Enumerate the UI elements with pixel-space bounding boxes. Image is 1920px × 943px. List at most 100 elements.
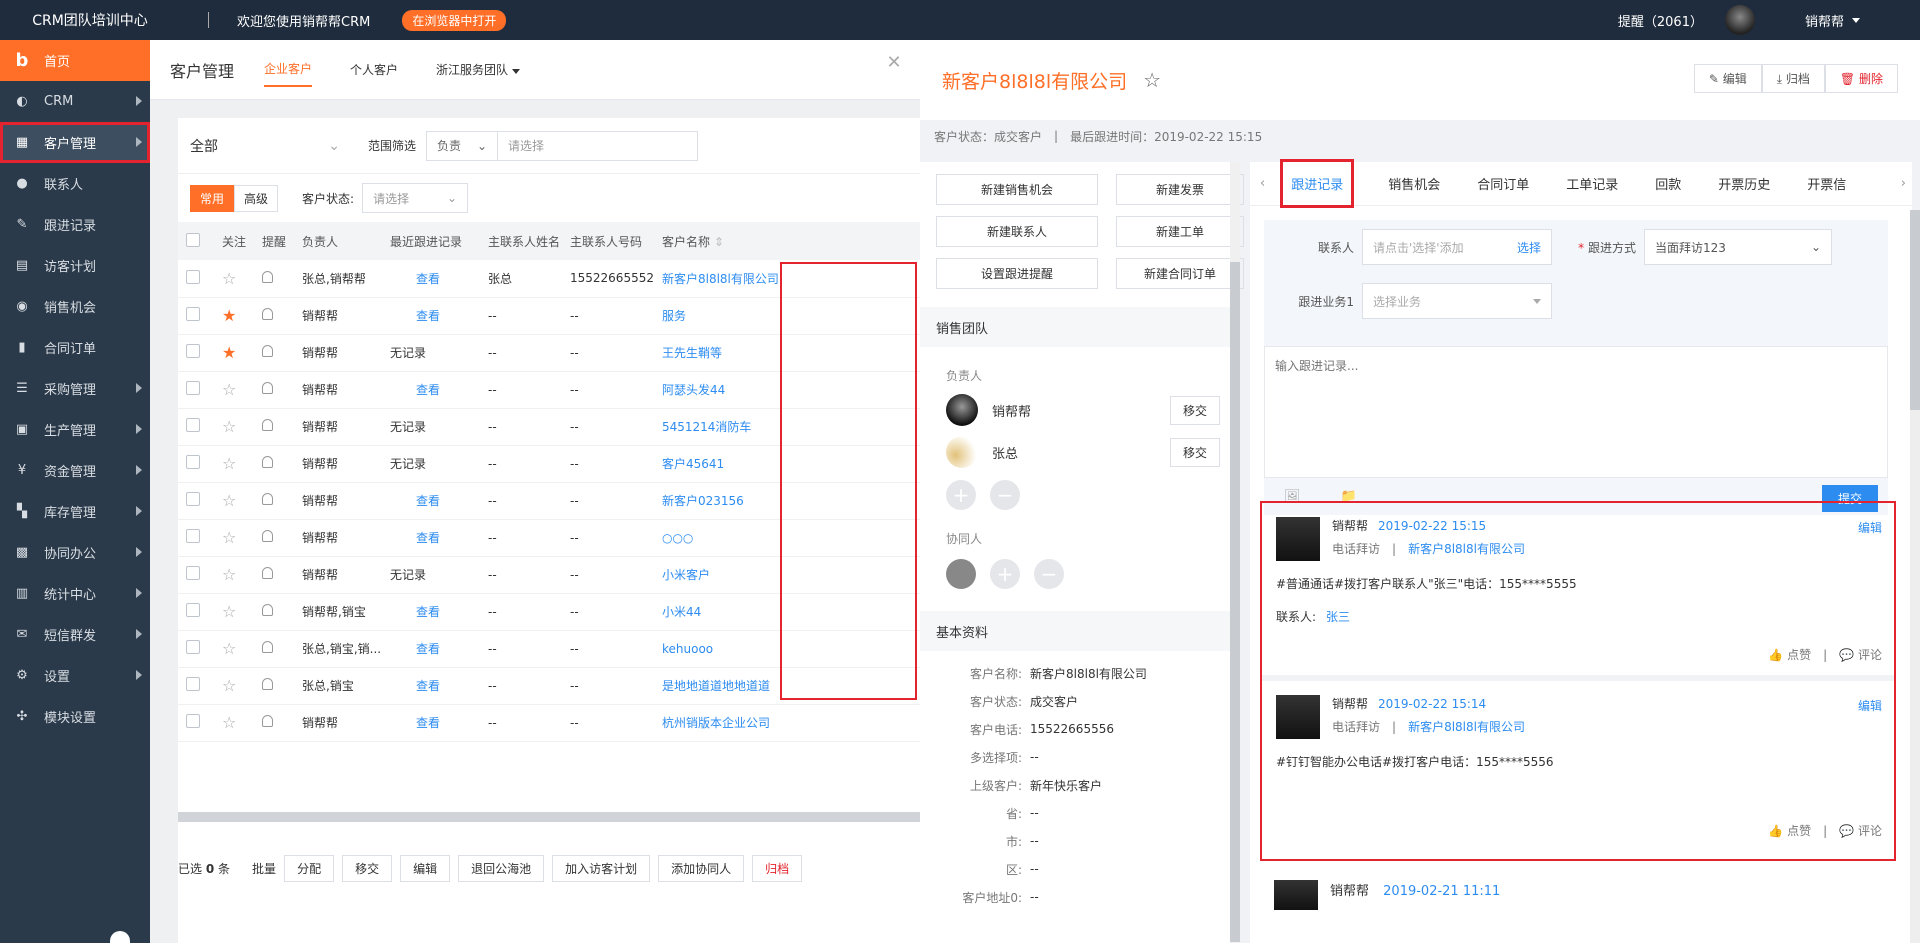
row-follow[interactable]: ★	[214, 334, 254, 372]
row-remind[interactable]	[254, 667, 294, 705]
row-remind[interactable]	[254, 334, 294, 372]
comment-button[interactable]: 💬 评论	[1839, 648, 1882, 662]
table-row[interactable]: ★ 销帮帮 查看 -- -- 服务	[178, 297, 920, 335]
row-name[interactable]: 服务	[653, 297, 920, 335]
bell-icon[interactable]	[262, 493, 273, 505]
row-recent[interactable]: 查看	[382, 593, 480, 631]
sidebar-item-10[interactable]: ¥ 资金管理	[0, 450, 150, 491]
batch-button-5[interactable]: 添加协同人	[658, 854, 745, 882]
bell-icon[interactable]	[262, 419, 273, 431]
row-remind[interactable]	[254, 630, 294, 668]
close-drawer-button[interactable]: ✕	[868, 40, 920, 85]
bell-icon[interactable]	[262, 382, 273, 394]
tab-personal[interactable]: 个人客户	[350, 53, 398, 86]
record-textarea[interactable]	[1264, 346, 1888, 478]
sort-icon[interactable]: ⇕	[714, 235, 724, 249]
row-follow[interactable]: ☆	[214, 445, 254, 483]
star-icon[interactable]: ☆	[1143, 68, 1161, 92]
table-row[interactable]: ☆ 销帮帮 查看 -- -- 杭州销版本企业公司	[178, 704, 920, 742]
sidebar-item-7[interactable]: ▮ 合同订单	[0, 327, 150, 368]
quick-button-3[interactable]: 新建工单	[1116, 216, 1244, 247]
batch-button-6[interactable]: 归档	[752, 854, 803, 882]
row-follow[interactable]: ☆	[214, 667, 254, 705]
row-checkbox[interactable]	[186, 640, 200, 654]
row-select[interactable]	[178, 556, 214, 594]
sidebar-item-1[interactable]: ◐ CRM	[0, 81, 150, 122]
archive-button[interactable]: ⤓ 归档	[1761, 64, 1825, 93]
row-checkbox[interactable]	[186, 714, 200, 728]
star-icon[interactable]: ☆	[222, 417, 236, 436]
row-name[interactable]: kehuooo	[653, 630, 920, 668]
biz-select[interactable]: 选择业务	[1362, 283, 1552, 319]
choose-link[interactable]: 选择	[1517, 239, 1541, 256]
detail-tab-5[interactable]: 开票历史	[1718, 174, 1770, 193]
table-row[interactable]: ☆ 销帮帮,销宝 查看 -- -- 小米44	[178, 593, 920, 631]
sidebar-item-15[interactable]: ⚙ 设置	[0, 655, 150, 696]
detail-tab-2[interactable]: 合同订单	[1477, 174, 1529, 193]
row-checkbox[interactable]	[186, 529, 200, 543]
recent-link[interactable]: 查看	[416, 716, 440, 730]
row-select[interactable]	[178, 445, 214, 483]
tab-enterprise[interactable]: 企业客户	[264, 52, 313, 87]
row-select[interactable]	[178, 408, 214, 446]
customer-name-link[interactable]: 小米44	[662, 605, 701, 619]
star-icon[interactable]: ☆	[222, 528, 236, 547]
table-row[interactable]: ☆ 张总,销帮帮 查看 张总 15522665552 新客户8l8l8l有限公司	[178, 260, 920, 298]
quick-button-2[interactable]: 新建联系人	[936, 216, 1098, 247]
star-icon[interactable]: ★	[222, 306, 236, 325]
table-row[interactable]: ☆ 张总,销宝 查看 -- -- 是地地道道地地道道	[178, 667, 920, 705]
open-in-browser-button[interactable]: 在浏览器中打开	[402, 9, 507, 31]
batch-button-1[interactable]: 移交	[342, 854, 393, 882]
detail-tab-3[interactable]: 工单记录	[1566, 174, 1618, 193]
row-name[interactable]: 王先生鞘等	[653, 334, 920, 372]
customer-name-link[interactable]: 杭州销版本企业公司	[662, 716, 770, 730]
comment-button[interactable]: 💬 评论	[1839, 824, 1882, 838]
recent-link[interactable]: 查看	[416, 383, 440, 397]
row-name[interactable]: 小米44	[653, 593, 920, 631]
star-icon[interactable]: ☆	[222, 565, 236, 584]
transfer-button[interactable]: 移交	[1169, 437, 1220, 467]
row-recent[interactable]: 查看	[382, 630, 480, 668]
star-icon[interactable]: ☆	[222, 380, 236, 399]
row-remind[interactable]	[254, 297, 294, 335]
edit-button[interactable]: ✎ 编辑	[1693, 64, 1762, 93]
row-follow[interactable]: ☆	[214, 408, 254, 446]
table-row[interactable]: ☆ 销帮帮 无记录 -- -- 小米客户	[178, 556, 920, 594]
bell-icon[interactable]	[262, 270, 273, 283]
bell-icon[interactable]	[262, 715, 273, 727]
vertical-scrollbar[interactable]	[1910, 210, 1920, 943]
row-recent[interactable]: 查看	[382, 297, 480, 335]
chevron-right-icon[interactable]: ›	[1901, 176, 1906, 191]
row-follow[interactable]: ★	[214, 297, 254, 335]
sidebar-item-8[interactable]: ☰ 采购管理	[0, 368, 150, 409]
row-checkbox[interactable]	[186, 566, 200, 580]
row-checkbox[interactable]	[186, 269, 200, 284]
customer-name-link[interactable]: 新客户8l8l8l有限公司	[662, 272, 779, 286]
quick-button-0[interactable]: 新建销售机会	[936, 174, 1098, 205]
row-checkbox[interactable]	[186, 603, 200, 617]
bell-icon[interactable]	[262, 530, 273, 542]
bell-icon[interactable]	[262, 567, 273, 579]
bell-icon[interactable]	[262, 641, 273, 653]
star-icon[interactable]: ☆	[222, 639, 236, 658]
vertical-scrollbar[interactable]	[1230, 162, 1240, 943]
delete-button[interactable]: 🗑 删除	[1824, 64, 1898, 93]
row-remind[interactable]	[254, 556, 294, 594]
row-remind[interactable]	[254, 371, 294, 409]
table-row[interactable]: ★ 销帮帮 无记录 -- -- 王先生鞘等	[178, 334, 920, 372]
row-name[interactable]: 阿瑟头发44	[653, 371, 920, 409]
sidebar-item-13[interactable]: ▥ 统计中心	[0, 573, 150, 614]
customer-name-link[interactable]: 新客户023156	[662, 494, 744, 508]
scroll-thumb[interactable]	[1910, 210, 1920, 410]
seg-advanced[interactable]: 高级	[234, 184, 279, 212]
transfer-button[interactable]: 移交	[1169, 395, 1220, 425]
scroll-thumb[interactable]	[1230, 262, 1240, 942]
row-select[interactable]	[178, 334, 214, 372]
customer-name-link[interactable]: 小米客户	[662, 568, 710, 582]
sidebar-item-12[interactable]: ▩ 协同办公	[0, 532, 150, 573]
bell-icon[interactable]	[262, 678, 273, 690]
horizontal-scrollbar[interactable]	[178, 812, 920, 822]
status-select[interactable]: 请选择 ⌄	[362, 183, 469, 213]
sidebar-item-9[interactable]: ▣ 生产管理	[0, 409, 150, 450]
row-name[interactable]: 杭州销版本企业公司	[653, 704, 920, 742]
